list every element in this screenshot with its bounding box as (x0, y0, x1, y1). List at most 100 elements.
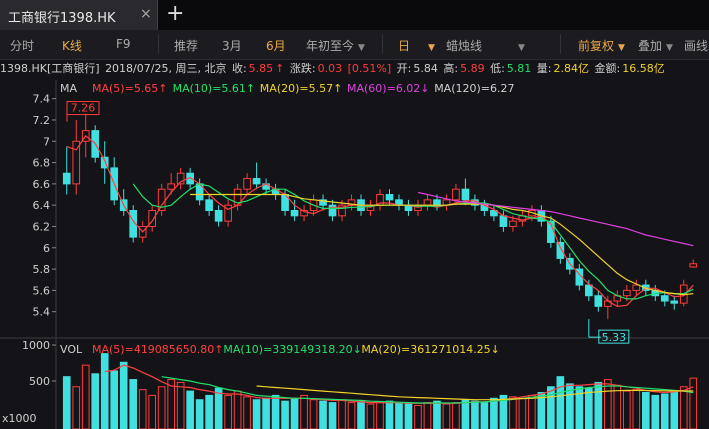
volume-bar (243, 396, 251, 429)
stock-code: 1398.HK[工商银行] (0, 62, 100, 75)
volume-bar (195, 399, 204, 429)
tab-title: 工商银行1398.HK (8, 11, 116, 26)
draw-tool-button[interactable]: 画线 (684, 37, 708, 54)
volume-bar (632, 389, 641, 429)
volume-bar (347, 402, 356, 429)
candle-body (632, 284, 641, 291)
volume-label: 量: (536, 62, 552, 75)
volume-bar (357, 400, 365, 429)
period-label: 日 (398, 39, 411, 53)
tab-kline[interactable]: K线 (62, 37, 82, 54)
volume-bar (670, 390, 679, 429)
chart-area[interactable]: 7.4 7.2 7 6.8 6.6 6.4 6.2 6 5.8 5.6 5.4 MA MA(5)=5.6… (0, 80, 709, 429)
candle-body (660, 295, 669, 302)
volume-bar (81, 364, 90, 429)
volume-bar (461, 399, 470, 429)
volume-bar (452, 402, 460, 429)
volume-bar (290, 397, 299, 429)
low-annotation-label: 5.33 (602, 331, 627, 344)
volume-bar (679, 386, 688, 429)
chart-style-select[interactable]: 蜡烛线 ▼ (446, 37, 525, 54)
high-label: 高: (443, 62, 459, 75)
volume-bar (205, 394, 213, 429)
candle-body (214, 210, 223, 222)
legend-ma20: MA(20)=5.57↑ (260, 82, 343, 95)
volume-tick-label: 500 (29, 375, 50, 388)
close-value: 5.85 (248, 62, 274, 75)
volume-value: 2.84亿 (553, 62, 590, 75)
high-annotation-label: 7.26 (71, 102, 96, 115)
range-6m[interactable]: 6月 (266, 37, 286, 54)
legend-ma120: MA(120)=6.27 (434, 82, 514, 95)
volume-bar (252, 399, 261, 429)
volume-bar (414, 404, 422, 429)
range-3m[interactable]: 3月 (222, 37, 242, 54)
volume-bar (433, 400, 441, 429)
candle-body (461, 188, 470, 201)
adjust-label: 前复权 (578, 39, 615, 53)
volume-bar (641, 392, 650, 429)
candle-body (585, 284, 593, 297)
volume-bar (585, 387, 593, 429)
close-icon[interactable]: × (140, 6, 152, 22)
volume-bar (689, 377, 698, 429)
volume-bar (490, 397, 498, 429)
price-pane-title: MA (60, 82, 77, 95)
tab-bar: 工商银行1398.HK × + (0, 0, 709, 30)
candle-body (670, 300, 679, 304)
candle-body (556, 241, 565, 259)
chevron-down-icon: ▼ (428, 43, 435, 53)
volume-bar (167, 379, 175, 429)
quote-date: 2018/07/25, 周三, 北京 (105, 62, 227, 75)
volume-bar (262, 397, 270, 429)
toolbar-divider (382, 34, 383, 54)
volume-bar (309, 399, 318, 429)
price-tick-label: 6.4 (33, 199, 51, 212)
volume-bar (622, 390, 631, 429)
volume-bar (328, 402, 337, 429)
volume-bar (594, 381, 603, 429)
candle-body (594, 295, 603, 307)
range-ytd[interactable]: 年初至今 ▼ (306, 37, 365, 54)
volume-tick-label: 1000 (22, 339, 50, 352)
toolbar-divider (560, 34, 561, 54)
add-tab-icon[interactable]: + (166, 2, 184, 26)
volume-bar (442, 403, 451, 429)
chevron-down-icon: ▼ (518, 43, 525, 53)
period-select[interactable]: 日 ▼ (398, 37, 435, 54)
toolbar: 分时 K线 F9 推荐 3月 6月 年初至今 ▼ 日 ▼ 蜡烛线 ▼ 前复权 ▼ 叠加 ▼… (0, 30, 709, 60)
price-tick-label: 6 (43, 242, 50, 255)
tab-f9[interactable]: F9 (116, 37, 131, 51)
volume-bar (271, 394, 280, 429)
volume-bar (319, 400, 327, 429)
chevron-down-icon: ▼ (358, 43, 365, 53)
tab-stock[interactable]: 工商银行1398.HK × (0, 0, 158, 30)
volume-bar (119, 361, 128, 429)
volume-bar (214, 387, 223, 429)
candle-body (205, 199, 213, 211)
volume-bar (651, 394, 660, 429)
volume-bar (660, 393, 669, 429)
chart-style-label: 蜡烛线 (446, 39, 483, 53)
volume-bar (138, 389, 147, 429)
candle-body (385, 194, 394, 201)
candle-body (72, 140, 81, 185)
volume-bar (281, 400, 289, 429)
volume-bar (338, 399, 346, 429)
volume-bar (157, 386, 166, 429)
change-label: 涨跌: (289, 62, 316, 75)
quote-info-bar: 1398.HK[工商银行] 2018/07/25, 周三, 北京 收: 5.85 ↑… (0, 60, 709, 80)
candle-body (622, 289, 631, 297)
open-label: 开: (396, 62, 412, 75)
range-recommend[interactable]: 推荐 (174, 37, 198, 54)
volume-bar (556, 376, 565, 429)
candle-body (433, 199, 441, 206)
volume-bar (528, 394, 536, 429)
tab-fenshi[interactable]: 分时 (10, 37, 34, 54)
volume-bar (100, 353, 109, 429)
volume-bar (366, 403, 375, 429)
adjust-select[interactable]: 前复权 ▼ (578, 37, 625, 54)
toolbar-divider (158, 34, 159, 54)
price-tick-label: 6.8 (33, 157, 51, 170)
overlay-select[interactable]: 叠加 ▼ (638, 37, 673, 54)
